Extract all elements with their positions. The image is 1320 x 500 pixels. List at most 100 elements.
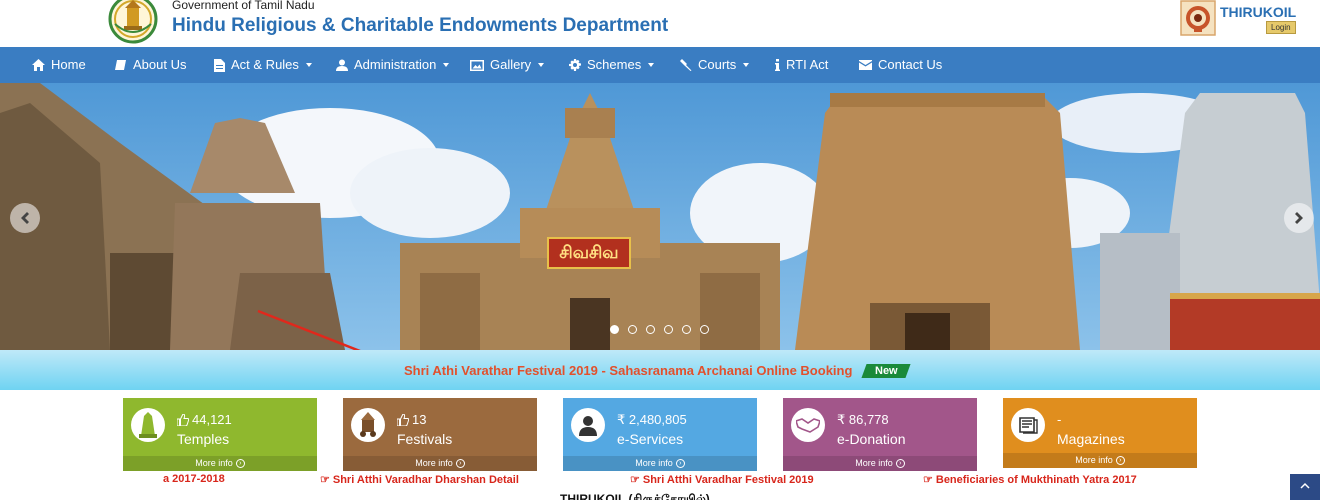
temples-more-info[interactable]: More info ›	[123, 456, 317, 471]
shrine-name-sign: சிவசிவ	[547, 237, 631, 269]
nav-courts-label: Courts	[698, 57, 737, 72]
magazines-count: -	[1057, 412, 1061, 427]
tamil-nadu-emblem-logo[interactable]	[107, 0, 159, 44]
slider-dot[interactable]	[646, 325, 655, 334]
scroll-top-button[interactable]	[1290, 474, 1320, 500]
info-icon	[775, 59, 780, 71]
e-services-more-info[interactable]: More info ›	[563, 456, 757, 471]
nav-gallery-label: Gallery	[490, 57, 532, 72]
magazines-card[interactable]: - Magazines More info ›	[1003, 398, 1197, 468]
ticker-item[interactable]: a 2017-2018	[163, 473, 225, 485]
thirukoil-logo-icon	[1180, 0, 1216, 36]
chevron-down-icon	[743, 63, 750, 67]
ticker-item-text: Shri Atthi Varadhar Dharshan Detail	[332, 473, 519, 486]
hand-point-right-icon: ☞	[923, 474, 933, 486]
annotation-arrow	[257, 309, 361, 350]
more-info-label: More info	[855, 458, 893, 468]
ticker-item[interactable]: ☞ Shri Atthi Varadhar Dharshan Detail	[320, 473, 519, 487]
nav-courts[interactable]: Courts	[679, 47, 750, 83]
slider-prev-button[interactable]	[10, 203, 40, 233]
arrow-right-icon: ›	[235, 459, 245, 468]
nav-home-label: Home	[51, 57, 86, 72]
temple-slide-image	[0, 83, 1320, 350]
nav-schemes-label: Schemes	[587, 57, 642, 72]
person-icon	[571, 408, 605, 442]
login-badge[interactable]: Login	[1266, 21, 1296, 34]
festivals-count: 13	[397, 412, 426, 427]
nav-schemes[interactable]: Schemes	[569, 47, 655, 83]
temple-icon	[131, 408, 165, 442]
news-headline-link[interactable]: Shri Athi Varathar Festival 2019 - Sahas…	[404, 363, 852, 378]
thirukoil-login-link[interactable]: THIRUKOIL Login	[1180, 0, 1306, 36]
temples-count-value: 44,121	[192, 412, 232, 427]
nav-act-rules-label: Act & Rules	[231, 57, 299, 72]
new-badge-label: New	[874, 365, 898, 377]
envelope-icon	[859, 60, 872, 70]
magazines-more-info[interactable]: More info ›	[1003, 453, 1197, 468]
hand-point-right-icon: ☞	[320, 474, 330, 486]
department-title[interactable]: Hindu Religious & Charitable Endowments …	[172, 15, 668, 37]
nav-home[interactable]: Home	[32, 47, 86, 83]
book-icon	[115, 60, 126, 70]
ticker-item[interactable]: ☞ Beneficiaries of Mukthinath Yatra 2017	[923, 473, 1137, 487]
chevron-double-up-icon	[1300, 482, 1310, 489]
festivals-label: Festivals	[397, 431, 453, 447]
nav-about-us-label: About Us	[133, 57, 187, 72]
e-services-count-value: ₹ 2,480,805	[617, 412, 687, 427]
nav-rti-act-label: RTI Act	[786, 57, 829, 72]
ticker-item[interactable]: ☞ Shri Atthi Varadhar Festival 2019	[630, 473, 814, 487]
thirukoil-text: THIRUKOIL	[1220, 4, 1297, 20]
more-info-label: More info	[415, 458, 453, 468]
slider-dot[interactable]	[628, 325, 637, 334]
magazines-count-value: -	[1057, 412, 1062, 427]
temples-label: Temples	[177, 431, 230, 447]
nav-administration[interactable]: Administration	[336, 47, 450, 83]
nav-contact-us-label: Contact Us	[878, 57, 943, 72]
nav-about-us[interactable]: About Us	[115, 47, 186, 83]
new-badge: New	[861, 364, 911, 378]
magazines-label: Magazines	[1057, 431, 1125, 447]
temples-count: 44,121	[177, 412, 232, 427]
section-title: THIRUKOIL (திருக்கோயில்)	[560, 492, 710, 500]
e-services-count: ₹ 2,480,805	[617, 412, 687, 428]
slider-dot[interactable]	[664, 325, 673, 334]
hand-point-right-icon: ☞	[630, 474, 640, 486]
nav-contact-us[interactable]: Contact Us	[859, 47, 942, 83]
e-donation-more-info[interactable]: More info ›	[783, 456, 977, 471]
ticker-item-text: Beneficiaries of Mukthinath Yatra 2017	[935, 473, 1137, 486]
e-donation-card[interactable]: ₹ 86,778 e-Donation More info ›	[783, 398, 977, 471]
government-label: Government of Tamil Nadu	[172, 0, 315, 12]
e-donation-label: e-Donation	[837, 431, 906, 447]
nav-gallery[interactable]: Gallery	[470, 47, 545, 83]
chevron-down-icon	[443, 63, 450, 67]
thumbs-up-icon	[177, 413, 189, 426]
festivals-count-value: 13	[412, 412, 427, 427]
magazine-icon	[1011, 408, 1045, 442]
slider-indicators	[610, 325, 709, 334]
slider-next-button[interactable]	[1284, 203, 1314, 233]
arrow-right-icon: ›	[455, 459, 465, 468]
arrow-right-icon: ›	[675, 459, 685, 468]
nav-act-rules[interactable]: Act & Rules	[214, 47, 312, 83]
chariot-icon	[351, 408, 385, 442]
gear-icon	[569, 59, 581, 71]
e-donation-count: ₹ 86,778	[837, 412, 889, 428]
arrow-right-icon: ›	[895, 459, 905, 468]
e-services-label: e-Services	[617, 431, 684, 447]
chevron-left-icon	[21, 212, 29, 224]
festivals-more-info[interactable]: More info ›	[343, 456, 537, 471]
e-services-card[interactable]: ₹ 2,480,805 e-Services More info ›	[563, 398, 757, 471]
ticker-track: a 2017-2018 ☞ Shri Atthi Varadhar Dharsh…	[163, 471, 1158, 487]
thumbs-up-icon	[397, 413, 409, 426]
ticker-item-text: Shri Atthi Varadhar Festival 2019	[642, 473, 814, 486]
slider-dot[interactable]	[682, 325, 691, 334]
image-icon	[470, 59, 484, 71]
chevron-down-icon	[648, 63, 655, 67]
page: Government of Tamil Nadu Hindu Religious…	[0, 0, 1320, 500]
slider-dot[interactable]	[610, 325, 619, 334]
festivals-card[interactable]: 13 Festivals More info ›	[343, 398, 537, 471]
temples-card[interactable]: 44,121 Temples More info ›	[123, 398, 317, 471]
slider-dot[interactable]	[700, 325, 709, 334]
nav-rti-act[interactable]: RTI Act	[775, 47, 828, 83]
news-bar: Shri Athi Varathar Festival 2019 - Sahas…	[0, 350, 1320, 390]
